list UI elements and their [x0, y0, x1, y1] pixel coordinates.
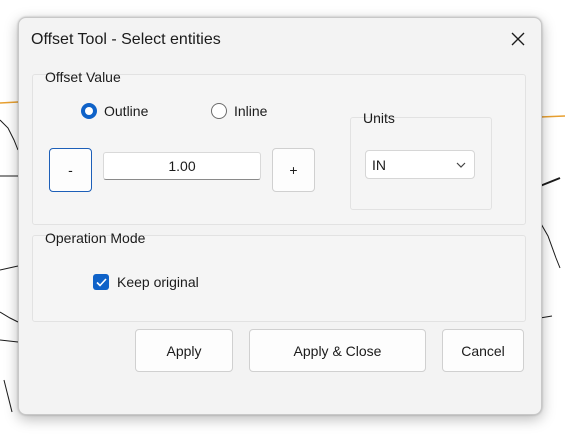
radio-unchecked-icon: [211, 103, 227, 119]
units-selected-value: IN: [372, 156, 386, 173]
radio-checked-icon: [81, 103, 97, 119]
offset-value-label: Offset Value: [45, 69, 121, 85]
outline-radio[interactable]: Outline: [81, 103, 148, 119]
operation-mode-label: Operation Mode: [45, 230, 146, 246]
checkmark-icon: [93, 274, 109, 290]
keep-original-checkbox[interactable]: Keep original: [93, 274, 199, 290]
chevron-down-icon: [456, 162, 466, 168]
close-button[interactable]: [501, 24, 535, 54]
offset-value-input[interactable]: [103, 152, 261, 180]
decrement-button[interactable]: -: [49, 148, 92, 192]
units-group: Units IN: [350, 110, 492, 210]
outline-radio-label: Outline: [104, 103, 149, 119]
increment-button[interactable]: +: [272, 148, 315, 192]
units-label: Units: [363, 110, 395, 126]
apply-and-close-button[interactable]: Apply & Close: [249, 329, 426, 372]
close-icon: [511, 32, 525, 46]
apply-button[interactable]: Apply: [135, 329, 233, 372]
units-select[interactable]: IN: [365, 150, 475, 179]
offset-tool-dialog: Offset Tool - Select entities Offset Val…: [18, 17, 542, 415]
offset-value-group: Offset Value Outline Inline - + Units IN: [32, 69, 526, 225]
operation-mode-group: Operation Mode Keep original: [32, 230, 526, 322]
inline-radio[interactable]: Inline: [211, 103, 267, 119]
keep-original-label: Keep original: [117, 274, 199, 290]
dialog-title: Offset Tool - Select entities: [31, 31, 221, 48]
cancel-button[interactable]: Cancel: [442, 329, 524, 372]
inline-radio-label: Inline: [234, 103, 268, 119]
title-bar: Offset Tool - Select entities: [19, 18, 541, 62]
